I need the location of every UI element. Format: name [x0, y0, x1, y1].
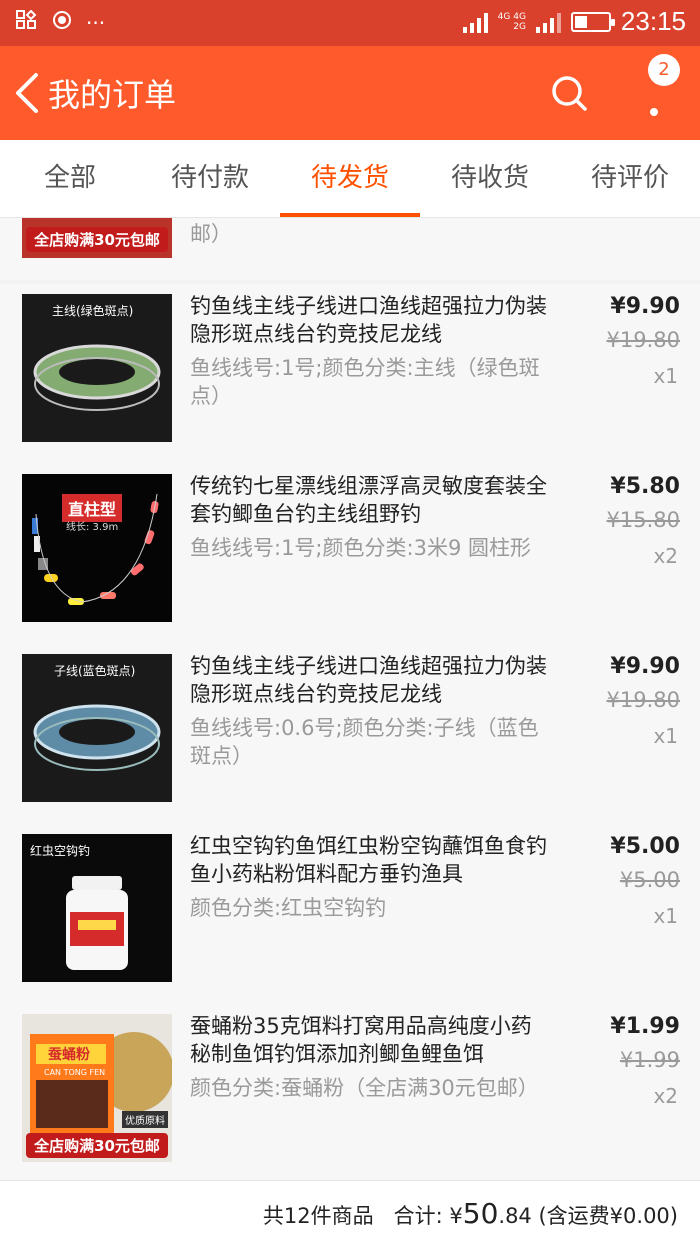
tab-pending-shipment[interactable]: 待发货 — [280, 140, 420, 217]
currency-symbol: ¥ — [449, 1204, 463, 1228]
original-price: ¥5.00 — [619, 868, 680, 892]
order-item[interactable]: 蚕蛹粉 CAN TONG FEN 优质原料 全店购满30元包邮 蚕蛹粉35克饵料… — [0, 1004, 700, 1180]
clock: 23:15 — [620, 6, 686, 36]
tab-pending-review[interactable]: 待评价 — [560, 140, 700, 217]
product-thumbnail: 主线(绿色斑点) — [22, 294, 172, 442]
product-quantity: x1 — [653, 364, 678, 388]
product-spec: 鱼线线号:0.6号;颜色分类:子线（蓝色斑点） — [190, 716, 539, 768]
product-thumbnail: 直柱型 线长: 3.9m — [22, 474, 172, 622]
tab-pending-receipt[interactable]: 待收货 — [420, 140, 560, 217]
product-thumbnail: 红虫空钩钓 — [22, 834, 172, 982]
product-title: 传统钓七星漂线组漂浮高灵敏度套装全套钓鲫鱼台钓主线组野钓 — [190, 474, 547, 526]
quality-tag: 优质原料 — [122, 1111, 168, 1128]
fishing-line-spool-image — [33, 704, 161, 771]
product-price: ¥1.99 — [610, 1014, 680, 1039]
order-item[interactable]: 直柱型 线长: 3.9m 传统钓七星漂线组漂浮高灵敏度套装全套钓鲫鱼台钓主线组野… — [0, 464, 700, 644]
product-price: ¥9.90 — [610, 654, 680, 679]
float-set-image — [32, 493, 159, 605]
total-decimal: .84 — [498, 1204, 532, 1228]
product-price: ¥9.90 — [610, 294, 680, 319]
network-type-top: 4G 4G — [497, 11, 526, 22]
app-header: 我的订单 2 — [0, 46, 700, 140]
product-title: 蚕蛹粉35克饵料打窝用品高纯度小药秘制鱼饵钓饵添加剂鲫鱼鲤鱼饵 — [190, 1014, 532, 1066]
app-grid-icon — [16, 9, 38, 35]
order-item-partial[interactable]: 全店购满30元包邮 邮） — [0, 218, 700, 280]
bait-bottle-image — [66, 876, 128, 970]
signal-1-icon — [462, 11, 488, 33]
promo-banner: 全店购满30元包邮 — [26, 227, 168, 252]
search-button[interactable] — [550, 74, 588, 112]
order-summary: 共12件商品 合计: ¥50.84 (含运费¥0.00) — [263, 1197, 678, 1230]
item-spec-tail: 邮） — [190, 222, 232, 246]
product-quantity: x1 — [653, 724, 678, 748]
search-icon — [552, 76, 587, 111]
status-bar: ··· 4G 4G 2G 23:15 — [0, 0, 700, 46]
tab-all[interactable]: 全部 — [0, 140, 140, 217]
back-arrow-icon — [16, 73, 38, 113]
original-price: ¥1.99 — [619, 1048, 680, 1072]
total-label: 合计: — [393, 1204, 443, 1228]
product-title: 钓鱼线主线子线进口渔线超强拉力伪装隐形斑点线台钓竞技尼龙线 — [190, 294, 547, 346]
notification-badge: 2 — [648, 54, 680, 86]
product-spec: 鱼线线号:1号;颜色分类:主线（绿色斑点） — [190, 356, 540, 408]
order-tabs: 全部 待付款 待发货 待收货 待评价 — [0, 140, 700, 218]
status-right-icons: 4G 4G 2G 23:15 — [462, 6, 686, 37]
promo-banner: 全店购满30元包邮 — [26, 1133, 168, 1158]
original-price: ¥19.80 — [606, 688, 680, 712]
product-title: 钓鱼线主线子线进口渔线超强拉力伪装隐形斑点线台钓竞技尼龙线 — [190, 654, 547, 706]
tab-pending-payment[interactable]: 待付款 — [140, 140, 280, 217]
product-thumbnail: 子线(蓝色斑点) — [22, 654, 172, 802]
record-icon — [52, 10, 72, 35]
network-type: 4G 4G 2G — [498, 12, 526, 32]
total-integer: 50 — [462, 1197, 499, 1230]
original-price: ¥19.80 — [606, 328, 680, 352]
product-price: ¥5.00 — [610, 834, 680, 859]
product-title: 红虫空钩钓鱼饵红虫粉空钩蘸饵鱼食钓鱼小药粘粉饵料配方垂钓渔具 — [190, 834, 547, 886]
product-spec: 颜色分类:红虫空钩钓 — [190, 896, 387, 920]
page-title: 我的订单 — [48, 76, 177, 114]
product-thumbnail: 全店购满30元包邮 — [22, 218, 172, 258]
order-summary-bar: 共12件商品 合计: ¥50.84 (含运费¥0.00) — [0, 1180, 700, 1244]
product-spec: 颜色分类:蚕蛹粉（全店满30元包邮） — [190, 1076, 539, 1100]
product-quantity: x2 — [653, 544, 678, 568]
order-item[interactable]: 红虫空钩钓 红虫空钩钓鱼饵红虫粉空钩蘸饵鱼食钓鱼小药粘粉饵料配方垂钓渔具 颜色分… — [0, 824, 700, 1004]
status-left-icons: ··· — [16, 9, 106, 35]
shipping-note: (含运费¥0.00) — [538, 1204, 678, 1228]
thumb-caption: 蚕蛹粉 — [48, 1047, 90, 1063]
battery-icon — [570, 11, 615, 32]
product-spec: 鱼线线号:1号;颜色分类:3米9 圆柱形 — [190, 536, 531, 560]
product-quantity: x2 — [653, 1084, 678, 1108]
item-count: 共12件商品 — [262, 1204, 374, 1228]
fishing-line-spool-image — [33, 344, 161, 411]
product-price: ¥5.80 — [610, 474, 680, 499]
order-item[interactable]: 主线(绿色斑点) 钓鱼线主线子线进口渔线超强拉力伪装隐形斑点线台钓竞技尼龙线 鱼… — [0, 284, 700, 464]
product-thumbnail: 蚕蛹粉 CAN TONG FEN 优质原料 全店购满30元包邮 — [22, 1014, 172, 1162]
order-item[interactable]: 子线(蓝色斑点) 钓鱼线主线子线进口渔线超强拉力伪装隐形斑点线台钓竞技尼龙线 鱼… — [0, 644, 700, 824]
order-item-list: 全店购满30元包邮 邮） 主线(绿色斑点) 钓鱼线主线子线进口渔线超强拉力伪装隐… — [0, 218, 700, 1180]
back-button[interactable] — [12, 72, 42, 114]
network-type-bottom: 2G — [513, 21, 526, 32]
thumb-subcaption: CAN TONG FEN — [44, 1068, 106, 1077]
signal-2-icon — [535, 11, 561, 33]
product-quantity: x1 — [653, 904, 678, 928]
original-price: ¥15.80 — [606, 508, 680, 532]
more-notifications-icon: ··· — [86, 10, 106, 35]
